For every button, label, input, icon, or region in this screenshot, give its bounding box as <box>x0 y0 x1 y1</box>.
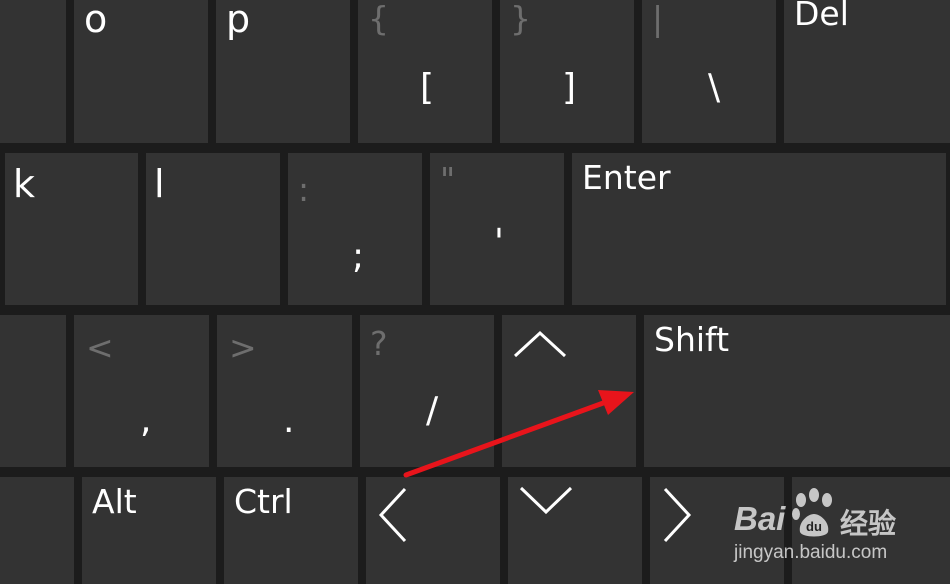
watermark-brand-left: Bai <box>734 500 786 537</box>
watermark: Bai du 经验 jingyan.baidu.com <box>734 486 944 576</box>
baidu-paw-icon: du <box>792 488 832 537</box>
watermark-brand-right: 经验 <box>840 507 897 540</box>
watermark-url: jingyan.baidu.com <box>734 542 888 563</box>
svg-text:du: du <box>806 519 822 534</box>
